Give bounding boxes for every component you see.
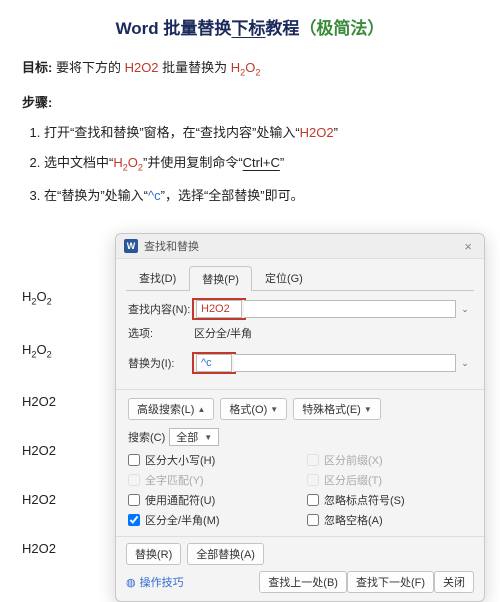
page-title: Word 批量替换下标教程（极简法） — [22, 14, 478, 39]
find-input-extra[interactable] — [244, 300, 456, 318]
chevron-down-icon: ▼ — [270, 405, 278, 414]
lightbulb-icon: ◍ — [126, 576, 136, 589]
close-icon[interactable]: × — [460, 239, 476, 254]
format-button[interactable]: 格式(O)▼ — [220, 398, 287, 420]
sample-sub-1: H2O2 — [22, 290, 56, 307]
replace-dropdown-icon[interactable]: ⌄ — [458, 353, 472, 373]
special-format-button[interactable]: 特殊格式(E)▼ — [293, 398, 381, 420]
find-label: 查找内容(N): — [128, 301, 194, 317]
dialog-tabs: 查找(D) 替换(P) 定位(G) — [116, 259, 484, 290]
check-suffix: 区分后缀(T) — [307, 472, 472, 488]
find-next-button[interactable]: 查找下一处(F) — [347, 571, 434, 593]
chevron-down-icon: ▼ — [204, 433, 212, 442]
replace-all-button[interactable]: 全部替换(A) — [187, 543, 264, 565]
check-ignore-space[interactable]: 忽略空格(A) — [307, 512, 472, 528]
check-wildcard[interactable]: 使用通配符(U) — [128, 492, 293, 508]
find-prev-button[interactable]: 查找上一处(B) — [259, 571, 347, 593]
check-case[interactable]: 区分大小写(H) — [128, 452, 293, 468]
check-whole-word: 全字匹配(Y) — [128, 472, 293, 488]
options-label: 选项: — [128, 325, 194, 341]
check-prefix: 区分前缀(X) — [307, 452, 472, 468]
tab-goto[interactable]: 定位(G) — [252, 265, 316, 290]
sample-plain-2: H2O2 — [22, 444, 56, 457]
close-button[interactable]: 关闭 — [434, 571, 474, 593]
dialog-title: 查找和替换 — [144, 238, 460, 254]
replace-input-extra[interactable] — [234, 354, 456, 372]
step-2: 选中文档中“H2O2”并使用复制命令“Ctrl+C” — [44, 153, 478, 175]
replace-label: 替换为(I): — [128, 355, 194, 371]
step-3: 在“替换为”处输入“^c”，选择“全部替换”即可。 — [44, 186, 478, 207]
steps-heading: 步骤: — [22, 92, 478, 111]
options-value: 区分全/半角 — [194, 325, 252, 341]
scope-label: 搜索(C) — [128, 429, 165, 445]
sample-plain-3: H2O2 — [22, 493, 56, 506]
sample-plain-1: H2O2 — [22, 395, 56, 408]
goal-line: 目标: 要将下方的 H2O2 批量替换为 H2O2 — [22, 57, 478, 78]
tab-replace[interactable]: 替换(P) — [189, 266, 252, 291]
sample-plain-4: H2O2 — [22, 542, 56, 555]
chevron-up-icon: ▲ — [197, 405, 205, 414]
sample-column: H2O2 H2O2 H2O2 H2O2 H2O2 H2O2 — [22, 290, 56, 591]
word-app-icon: W — [124, 239, 138, 253]
scope-select[interactable]: 全部▼ — [169, 428, 219, 446]
find-replace-dialog: W 查找和替换 × 查找(D) 替换(P) 定位(G) 查找内容(N): ⌄ 选… — [115, 233, 485, 602]
find-input[interactable] — [196, 300, 242, 318]
replace-input[interactable] — [196, 354, 232, 372]
tips-link[interactable]: ◍ 操作技巧 — [126, 574, 184, 590]
sample-sub-2: H2O2 — [22, 343, 56, 360]
steps-list: 打开“查找和替换”窗格，在“查找内容”处输入“H2O2” 选中文档中“H2O2”… — [22, 123, 478, 207]
check-full-half[interactable]: 区分全/半角(M) — [128, 512, 293, 528]
chevron-down-icon: ▼ — [364, 405, 372, 414]
tab-find[interactable]: 查找(D) — [126, 265, 189, 290]
advanced-search-button[interactable]: 高级搜索(L)▲ — [128, 398, 214, 420]
step-1: 打开“查找和替换”窗格，在“查找内容”处输入“H2O2” — [44, 123, 478, 144]
find-dropdown-icon[interactable]: ⌄ — [458, 299, 472, 319]
dialog-titlebar[interactable]: W 查找和替换 × — [116, 234, 484, 259]
check-ignore-punct[interactable]: 忽略标点符号(S) — [307, 492, 472, 508]
replace-button[interactable]: 替换(R) — [126, 543, 181, 565]
